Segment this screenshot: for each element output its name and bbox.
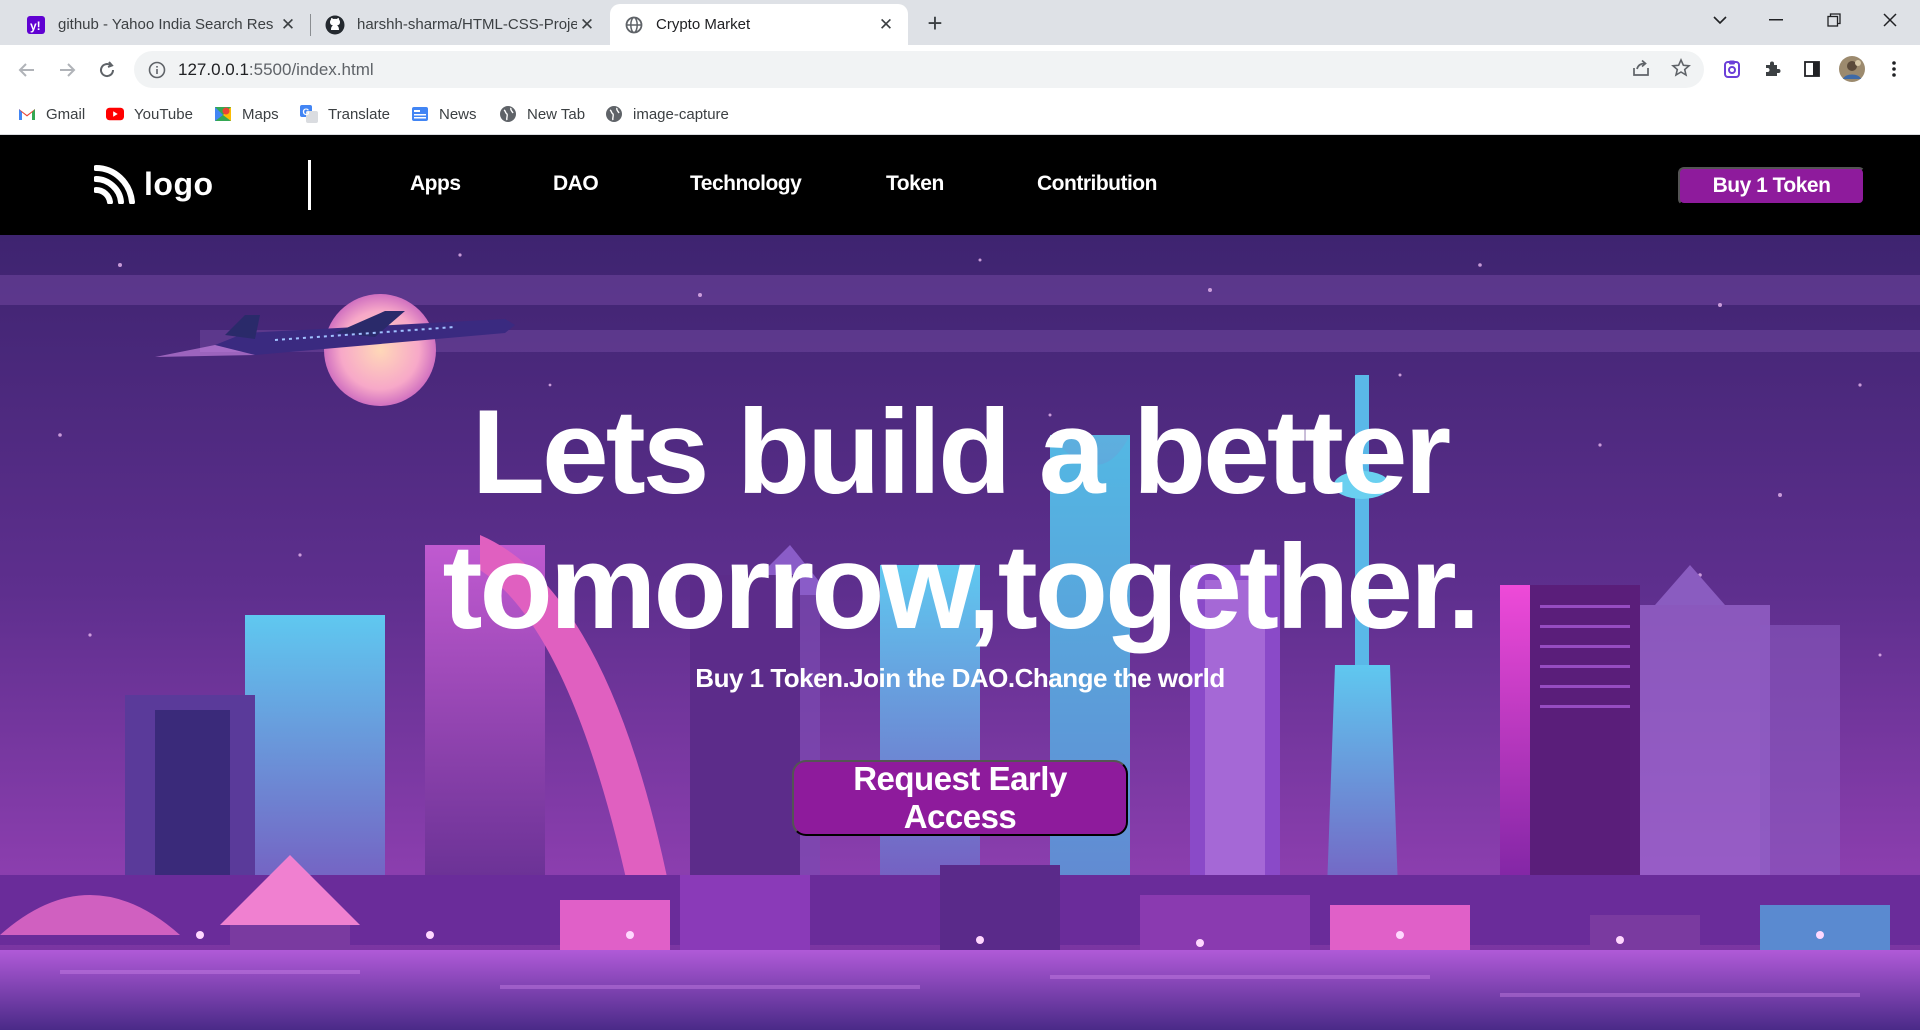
tab-title: harshh-sharma/HTML-CSS-Proje: [357, 16, 577, 33]
globe-icon: [605, 105, 623, 123]
bookmark-label: News: [439, 105, 477, 123]
reload-icon[interactable]: [90, 53, 124, 87]
translate-icon: G: [300, 105, 318, 123]
tab-strip: y! github - Yahoo India Search Res ✕ har…: [0, 0, 1920, 45]
side-panel-icon[interactable]: [1796, 53, 1828, 85]
hero-title: Lets build a better tomorrow,together.: [0, 385, 1920, 655]
buy-token-button[interactable]: Buy 1 Token: [1678, 167, 1865, 205]
close-window-icon[interactable]: [1866, 0, 1914, 40]
minimize-icon[interactable]: [1752, 0, 1800, 40]
restore-icon[interactable]: [1810, 0, 1858, 40]
yahoo-icon: y!: [26, 15, 46, 35]
bookmark-label: YouTube: [134, 105, 193, 123]
logo-text: logo: [144, 165, 214, 202]
bookmark-label: Gmail: [46, 105, 86, 123]
share-icon[interactable]: [1624, 51, 1658, 85]
github-icon: [325, 15, 345, 35]
bookmark-news[interactable]: News: [411, 102, 477, 126]
gmail-icon: [18, 105, 36, 123]
bookmark-label: image-capture: [633, 105, 729, 123]
youtube-icon: [106, 105, 124, 123]
tab-github[interactable]: harshh-sharma/HTML-CSS-Proje ✕: [311, 4, 609, 45]
globe-icon: [499, 105, 517, 123]
tab-search-chevron-icon[interactable]: [1696, 0, 1744, 40]
hero-section: Lets build a better tomorrow,together. B…: [0, 235, 1920, 1030]
forward-arrow-icon[interactable]: [50, 53, 84, 87]
extensions-puzzle-icon[interactable]: [1756, 53, 1788, 85]
hero-title-line-2: tomorrow,together.: [442, 520, 1481, 654]
bookmark-label: Translate: [328, 105, 390, 123]
tab-crypto-market[interactable]: Crypto Market ✕: [610, 4, 908, 45]
close-icon[interactable]: ✕: [876, 15, 896, 35]
bookmarks-bar: Gmail YouTube Maps G Translate News New …: [0, 93, 1920, 135]
bookmark-label: Maps: [242, 105, 279, 123]
close-icon[interactable]: ✕: [577, 15, 597, 35]
bookmark-star-icon[interactable]: [1664, 51, 1698, 85]
site-info-icon[interactable]: [148, 61, 166, 79]
address-bar[interactable]: 127.0.0.1:5500/index.html: [134, 51, 1704, 88]
tab-title: Crypto Market: [656, 16, 751, 33]
hero-subtitle: Buy 1 Token.Join the DAO.Change the worl…: [695, 663, 1225, 693]
bookmark-maps[interactable]: Maps: [214, 102, 279, 126]
back-arrow-icon[interactable]: [10, 53, 44, 87]
bookmark-label: New Tab: [527, 105, 586, 123]
kebab-menu-icon[interactable]: [1878, 53, 1910, 85]
nav-link-apps[interactable]: Apps: [410, 172, 461, 196]
globe-icon: [624, 15, 644, 35]
nav-link-technology[interactable]: Technology: [690, 172, 802, 196]
hero-title-line-1: Lets build a better: [471, 385, 1451, 519]
url-host: 127.0.0.1: [178, 59, 249, 79]
bookmark-new-tab[interactable]: New Tab: [499, 102, 585, 126]
site-logo[interactable]: logo: [94, 162, 214, 206]
bookmark-youtube[interactable]: YouTube: [106, 102, 193, 126]
site-navbar: logo Apps DAO Technology Token Contribut…: [0, 135, 1920, 235]
bookmark-image-capture[interactable]: image-capture: [605, 102, 729, 126]
rss-logo-icon: [94, 165, 135, 204]
nav-link-contribution[interactable]: Contribution: [1037, 172, 1157, 196]
bookmark-gmail[interactable]: Gmail: [18, 102, 85, 126]
nav-link-dao[interactable]: DAO: [553, 172, 599, 196]
avatar[interactable]: [1836, 53, 1868, 85]
close-icon[interactable]: ✕: [278, 15, 298, 35]
web-page: logo Apps DAO Technology Token Contribut…: [0, 135, 1920, 1030]
nav-link-token[interactable]: Token: [886, 172, 944, 196]
new-tab-button[interactable]: +: [920, 8, 950, 38]
news-icon: [411, 105, 429, 123]
svg-text:G: G: [303, 107, 310, 117]
extension-clipboard-icon[interactable]: [1716, 53, 1748, 85]
tab-title: github - Yahoo India Search Res: [58, 16, 274, 33]
browser-toolbar: 127.0.0.1:5500/index.html: [0, 45, 1920, 93]
request-early-access-button[interactable]: Request Early Access: [792, 760, 1128, 836]
svg-text:y!: y!: [30, 19, 41, 33]
maps-icon: [214, 105, 232, 123]
bookmark-translate[interactable]: G Translate: [300, 102, 390, 126]
nav-divider: [308, 160, 311, 210]
tab-yahoo-search[interactable]: y! github - Yahoo India Search Res ✕: [12, 4, 310, 45]
url-path: :5500/index.html: [248, 59, 374, 79]
